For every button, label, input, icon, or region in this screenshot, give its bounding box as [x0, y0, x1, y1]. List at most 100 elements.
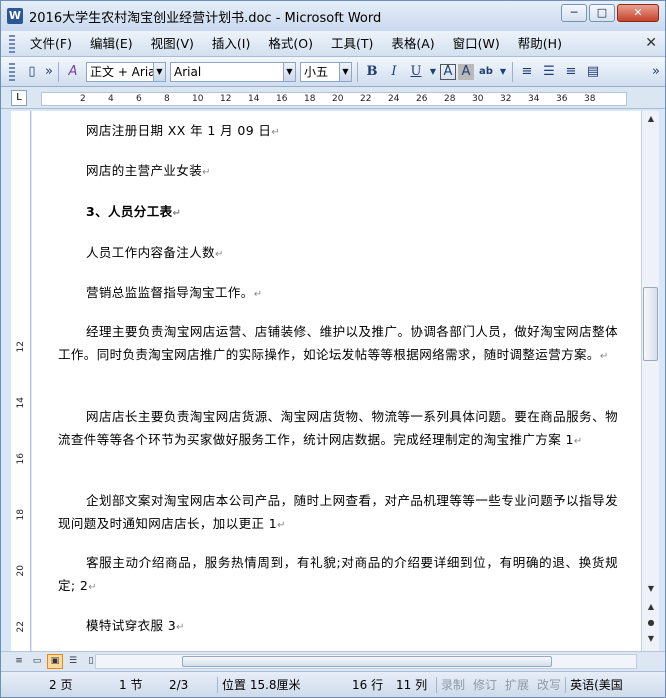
menu-grip-icon[interactable] [9, 34, 15, 53]
toolbar-more-icon[interactable]: » [651, 62, 661, 82]
close-button[interactable]: ✕ [617, 4, 659, 22]
document-paragraph[interactable]: 人员工作内容备注人数↵ [86, 241, 641, 266]
paragraph-text: 人员工作内容备注人数 [86, 245, 216, 260]
scroll-thumb[interactable] [643, 287, 658, 361]
document-paragraph[interactable]: 经理主要负责淘宝网店运营、店铺装修、维护以及推广。协调各部门人员，做好淘宝网店整… [58, 320, 618, 368]
paragraph-text: 网店的主营产业女装 [86, 163, 203, 178]
chevron-down-icon[interactable]: ▼ [153, 62, 165, 81]
status-position: 位置 15.8厘米 [222, 678, 301, 692]
menu-view[interactable]: 视图(V) [142, 32, 203, 56]
horizontal-scroll-thumb[interactable] [182, 656, 552, 667]
menu-window[interactable]: 窗口(W) [444, 32, 509, 56]
scroll-up-icon[interactable]: ▲ [643, 111, 659, 127]
font-size-value: 小五 [304, 65, 329, 79]
web-view-icon[interactable]: ▭ [29, 654, 45, 669]
word-app-icon[interactable]: W [7, 8, 23, 24]
document-paragraph[interactable]: 网店店长主要负责淘宝网店货源、淘宝网店货物、物流等一系列具体问题。要在商品服务、… [58, 405, 618, 453]
char-border-button[interactable]: A [440, 63, 456, 80]
print-view-icon[interactable]: ▣ [47, 654, 63, 669]
document-paragraph[interactable]: 企划部文案对淘宝网店本公司产品，随时上网查看，对产品机理等等一些专业问题予以指导… [58, 489, 618, 537]
align-justify-icon[interactable]: ≡ [517, 62, 537, 82]
select-browse-object-icon[interactable]: ● [643, 615, 659, 631]
status-bar: 2 页 1 节 2/3 位置 15.8厘米 16 行 11 列 录制 修订 扩展… [1, 671, 665, 697]
font-value: Arial [174, 64, 202, 79]
char-shading-button[interactable]: A [458, 63, 474, 80]
menu-insert[interactable]: 插入(I) [203, 32, 259, 56]
maximize-button[interactable]: □ [589, 4, 615, 22]
menu-table[interactable]: 表格(A) [382, 32, 443, 56]
menu-tools[interactable]: 工具(T) [322, 32, 382, 56]
ruler-tick-label: 26 [416, 94, 428, 104]
underline-options-icon[interactable]: ▼ [428, 62, 438, 82]
paragraph-mark-icon: ↵ [573, 436, 583, 447]
status-column: 11 列 [396, 678, 428, 692]
document-paragraph[interactable]: 网店的主营产业女装↵ [86, 159, 641, 184]
vertical-ruler[interactable]: 12141618202224 [11, 111, 31, 688]
scroll-down-icon[interactable]: ▼ [643, 581, 659, 597]
document-paragraph[interactable]: 3、人员分工表↵ [86, 200, 641, 225]
paragraph-mark-icon: ↵ [277, 520, 286, 531]
bold-button[interactable]: B [362, 62, 382, 82]
ruler-tick-label: 6 [136, 94, 142, 104]
status-line: 16 行 [352, 678, 384, 692]
ruler-tick-label: 34 [528, 94, 540, 104]
horizontal-ruler[interactable]: L 2 4 6 8 10 12 14 16 18 20 22 24 26 28 30 32 34 36 38 [1, 87, 665, 109]
toolbar-grip-icon[interactable] [9, 62, 15, 81]
next-page-icon[interactable]: ▼ [643, 631, 659, 647]
status-page: 2 页 [49, 678, 73, 692]
toolbar-options-icon[interactable]: » [44, 62, 54, 82]
status-record[interactable]: 录制 [437, 676, 469, 693]
window-title: 2016大学生农村淘宝创业经营计划书.doc - Microsoft Word [29, 10, 382, 26]
ruler-tick-label: 24 [388, 94, 400, 104]
paragraph-mark-icon: ↵ [253, 289, 263, 300]
menu-format[interactable]: 格式(O) [259, 32, 322, 56]
ruler-tick-label: 30 [472, 94, 484, 104]
underline-button[interactable]: U [406, 62, 426, 82]
paragraph-text: 3、人员分工表 [86, 204, 173, 219]
previous-page-icon[interactable]: ▲ [643, 599, 659, 615]
highlight-options-icon[interactable]: ▼ [498, 62, 508, 82]
highlight-button[interactable]: ab [476, 62, 496, 82]
align-right-icon[interactable]: ≡ [561, 62, 581, 82]
paragraph-mark-icon: ↵ [271, 127, 281, 138]
ruler-strip[interactable]: 2 4 6 8 10 12 14 16 18 20 22 24 26 28 30 32 34 36 38 [41, 92, 627, 106]
ruler-tick-label: 20 [332, 94, 344, 104]
status-overtype[interactable]: 改写 [533, 676, 565, 693]
status-language[interactable]: 英语(美国 [566, 676, 627, 693]
menu-edit[interactable]: 编辑(E) [81, 32, 142, 56]
document-paragraph[interactable]: 网店注册日期 XX 年 1 月 09 日↵ [86, 119, 641, 144]
align-center-icon[interactable]: ☰ [539, 62, 559, 82]
ruler-tick-label: 2 [80, 94, 86, 104]
tab-selector-icon[interactable]: L [11, 90, 27, 106]
document-close-icon[interactable]: ✕ [645, 35, 657, 51]
vruler-tick-label: 22 [16, 621, 26, 633]
ruler-tick-label: 8 [164, 94, 170, 104]
outline-view-icon[interactable]: ☰ [65, 654, 81, 669]
menu-file[interactable]: 文件(F) [21, 32, 81, 56]
ruler-tick-label: 4 [108, 94, 114, 104]
italic-button[interactable]: I [384, 62, 404, 82]
distributed-align-icon[interactable]: ▤ [583, 62, 603, 82]
document-paragraph[interactable]: 营销总监监督指导淘宝工作。↵ [86, 281, 641, 306]
document-paragraph[interactable]: 客服主动介绍商品，服务热情周到，有礼貌;对商品的介绍要详细到位，有明确的退、换货… [58, 551, 618, 599]
styles-formatting-icon[interactable]: A [63, 62, 83, 82]
ruler-tick-label: 16 [276, 94, 288, 104]
normal-view-icon[interactable]: ≡ [11, 654, 27, 669]
chevron-down-icon[interactable]: ▼ [283, 62, 295, 81]
status-extend[interactable]: 扩展 [501, 676, 533, 693]
paragraph-text: 客服主动介绍商品，服务热情周到，有礼貌;对商品的介绍要详细到位，有明确的退、换货… [58, 555, 618, 593]
vertical-scrollbar[interactable]: ▲ ▼ ▲ ● ▼ [641, 111, 659, 651]
minimize-button[interactable]: ─ [561, 4, 587, 22]
menu-help[interactable]: 帮助(H) [509, 32, 571, 56]
font-size-combo[interactable]: 小五 ▼ [300, 61, 352, 82]
new-document-icon[interactable]: ▯ [22, 62, 42, 82]
style-combo[interactable]: 正文 + Aria ▼ [86, 61, 166, 82]
paragraph-mark-icon: ↵ [202, 167, 211, 178]
chevron-down-icon[interactable]: ▼ [339, 62, 351, 81]
paragraph-mark-icon: ↵ [215, 249, 224, 260]
document-paragraph[interactable]: 模特试穿衣服 3↵ [86, 614, 641, 639]
font-combo[interactable]: Arial ▼ [170, 61, 296, 82]
document-page[interactable]: 网店注册日期 XX 年 1 月 09 日↵ 网店的主营产业女装↵ 3、人员分工表↵ 人… [32, 111, 641, 651]
status-track-changes[interactable]: 修订 [469, 676, 501, 693]
horizontal-scrollbar[interactable] [95, 654, 637, 669]
